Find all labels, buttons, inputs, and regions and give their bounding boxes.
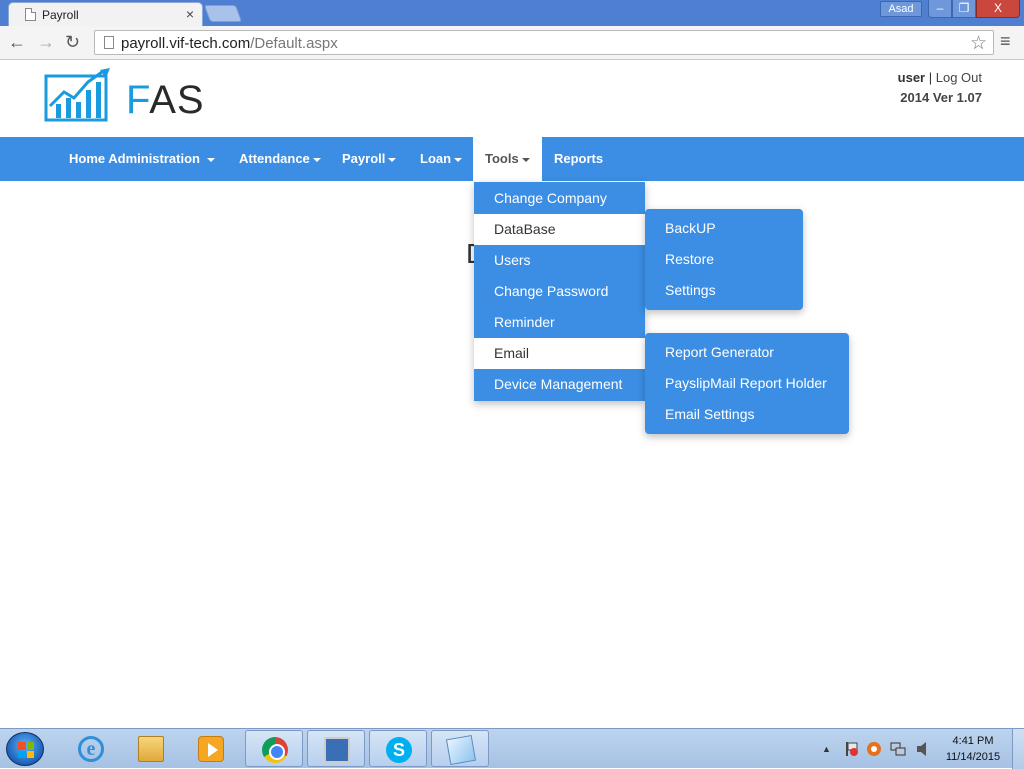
reload-icon[interactable]: ↻ [65, 32, 80, 53]
caret-down-icon [521, 157, 530, 162]
address-bar[interactable]: payroll.vif-tech.com/Default.aspx ☆ [94, 30, 994, 55]
browser-titlebar: Payroll × Asad – ❐ X [0, 0, 1024, 26]
menu-item-change-company[interactable]: Change Company [474, 183, 645, 214]
tab-title: Payroll [42, 8, 79, 22]
taskbar-media-player[interactable] [182, 730, 240, 767]
taskbar: e S ▲ 4:41 PM 11/14/2015 [0, 728, 1024, 769]
version-label: 2014 Ver 1.07 [900, 90, 982, 105]
tab-close-icon[interactable]: × [186, 6, 194, 22]
menu-item-email[interactable]: Email [474, 338, 645, 369]
new-tab-button[interactable] [203, 5, 243, 22]
logout-link[interactable]: Log Out [936, 70, 982, 85]
restore-button[interactable]: ❐ [952, 0, 976, 18]
nav-reports[interactable]: Reports [542, 137, 615, 181]
email-submenu: Report Generator PayslipMail Report Hold… [645, 333, 849, 434]
menu-item-report-generator[interactable]: Report Generator [645, 337, 849, 368]
nav-attendance[interactable]: Attendance [227, 137, 333, 181]
antivirus-alert-icon[interactable] [866, 741, 882, 757]
browser-menu-icon[interactable]: ≡ [1000, 31, 1011, 52]
separator: | [925, 70, 936, 85]
notepad-icon [445, 734, 477, 766]
nav-payroll[interactable]: Payroll [330, 137, 408, 181]
document-icon [25, 8, 36, 21]
action-center-flag-icon[interactable] [844, 741, 858, 757]
windows-logo-icon [18, 742, 34, 758]
browser-toolbar: ← → ↻ payroll.vif-tech.com/Default.aspx … [0, 26, 1024, 60]
show-desktop-button[interactable] [1012, 729, 1024, 769]
user-info: user | Log Out 2014 Ver 1.07 [898, 68, 982, 108]
menu-item-database-settings[interactable]: Settings [645, 275, 803, 306]
url-path: /Default.aspx [250, 35, 338, 52]
logo-text: FAS [126, 78, 205, 122]
taskbar-file-explorer[interactable] [122, 730, 180, 767]
main-navbar: Home Administration Attendance Payroll L… [0, 137, 1024, 181]
start-button[interactable] [6, 732, 44, 766]
chart-growth-icon [44, 68, 110, 122]
menu-item-change-password[interactable]: Change Password [474, 276, 645, 307]
chrome-icon [262, 737, 288, 763]
page-icon [104, 36, 114, 49]
taskbar-notepad[interactable] [431, 730, 489, 767]
profile-button[interactable]: Asad [880, 1, 922, 17]
caret-down-icon [388, 157, 397, 162]
forward-arrow-icon[interactable]: → [37, 32, 55, 53]
url-host: payroll.vif-tech.com [121, 35, 251, 52]
internet-explorer-icon: e [78, 736, 104, 762]
media-player-icon [198, 736, 224, 762]
taskbar-skype[interactable]: S [369, 730, 427, 767]
volume-icon[interactable] [916, 741, 930, 757]
menu-item-reminder[interactable]: Reminder [474, 307, 645, 338]
folder-icon [138, 736, 164, 762]
clock-time: 4:41 PM [952, 735, 994, 747]
clock[interactable]: 4:41 PM 11/14/2015 [938, 733, 1008, 765]
menu-item-email-settings[interactable]: Email Settings [645, 399, 849, 430]
menu-item-payslipmail-report-holder[interactable]: PayslipMail Report Holder [645, 368, 849, 399]
browser-tab[interactable]: Payroll × [8, 2, 203, 26]
database-submenu: BackUP Restore Settings [645, 209, 803, 310]
skype-icon: S [386, 737, 412, 763]
taskbar-chrome[interactable] [245, 730, 303, 767]
menu-item-restore[interactable]: Restore [645, 244, 803, 275]
address-url: payroll.vif-tech.com/Default.aspx [121, 35, 338, 52]
menu-item-backup[interactable]: BackUP [645, 213, 803, 244]
tools-dropdown-menu: Change Company DataBase Users Change Pas… [474, 182, 645, 401]
nav-loan[interactable]: Loan [408, 137, 474, 181]
menu-item-users[interactable]: Users [474, 245, 645, 276]
menu-item-database[interactable]: DataBase [474, 214, 645, 245]
network-icon[interactable] [890, 741, 906, 757]
remote-desktop-icon [324, 737, 350, 763]
username: user [897, 70, 926, 85]
show-hidden-icons-arrow[interactable]: ▲ [822, 744, 831, 754]
bookmark-star-icon[interactable]: ☆ [970, 32, 987, 55]
caret-down-icon [312, 157, 321, 162]
caret-down-icon [454, 157, 463, 162]
menu-item-device-management[interactable]: Device Management [474, 369, 645, 400]
back-arrow-icon[interactable]: ← [8, 32, 26, 53]
close-window-button[interactable]: X [976, 0, 1020, 18]
minimize-button[interactable]: – [928, 0, 952, 18]
clock-date: 11/14/2015 [945, 751, 1001, 763]
taskbar-internet-explorer[interactable]: e [62, 730, 120, 767]
nav-tools[interactable]: Tools [473, 137, 542, 181]
nav-home-administration[interactable]: Home Administration [57, 137, 227, 181]
caret-down-icon [206, 157, 215, 162]
taskbar-remote-desktop[interactable] [307, 730, 365, 767]
